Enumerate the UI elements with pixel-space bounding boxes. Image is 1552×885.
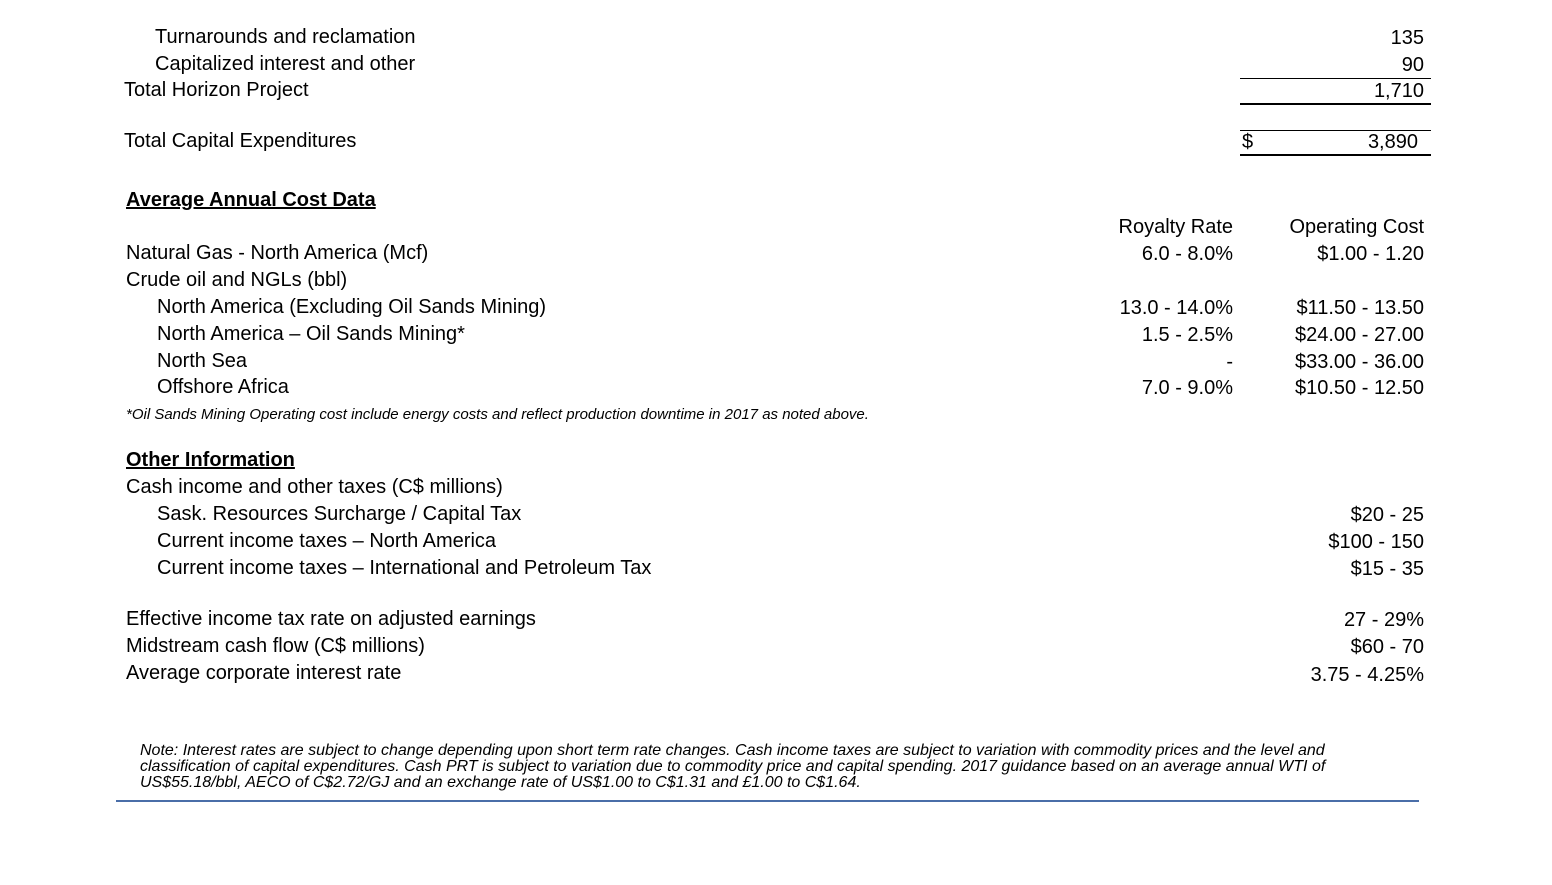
- cost-row-opcost: $33.00 - 36.00: [1295, 351, 1424, 373]
- other-row-value: 3.75 - 4.25%: [1310, 664, 1424, 686]
- total-capex-value: 3,890: [1367, 131, 1418, 153]
- other-row-value: $60 - 70: [1350, 636, 1424, 658]
- cost-row-royalty: 6.0 - 8.0%: [1141, 243, 1233, 265]
- cost-row-label: North America (Excluding Oil Sands Minin…: [157, 296, 547, 318]
- cost-row-label: Natural Gas - North America (Mcf): [126, 242, 429, 264]
- cost-row-label: North Sea: [157, 350, 248, 372]
- cost-row-royalty: 7.0 - 9.0%: [1141, 377, 1233, 399]
- cost-row-opcost: $10.50 - 12.50: [1295, 377, 1424, 399]
- cost-row-opcost: $11.50 - 13.50: [1296, 297, 1424, 319]
- capex-row-value: 135: [1390, 27, 1424, 49]
- total-capex-label: Total Capital Expenditures: [124, 130, 357, 152]
- other-info-heading: Other Information: [126, 449, 295, 471]
- other-row-label: Effective income tax rate on adjusted ea…: [126, 608, 536, 630]
- other-row-label: Midstream cash flow (C$ millions): [126, 635, 425, 657]
- grand-total-bottom-rule: [1240, 154, 1431, 156]
- royalty-rate-header: Royalty Rate: [1118, 216, 1234, 238]
- capex-row-label: Turnarounds and reclamation: [155, 26, 416, 48]
- capex-row-label: Capitalized interest and other: [155, 53, 416, 75]
- other-row-label: Average corporate interest rate: [126, 662, 402, 684]
- total-rule: [1240, 103, 1431, 105]
- total-horizon-label: Total Horizon Project: [124, 79, 309, 101]
- operating-cost-header: Operating Cost: [1289, 216, 1424, 238]
- cost-row-label: Offshore Africa: [157, 376, 289, 398]
- bottom-rule: [116, 800, 1419, 802]
- guidance-note: Note: Interest rates are subject to chan…: [140, 742, 1326, 791]
- cost-row-label: Crude oil and NGLs (bbl): [126, 269, 348, 291]
- cost-data-heading: Average Annual Cost Data: [126, 189, 376, 211]
- cost-row-royalty: 13.0 - 14.0%: [1119, 297, 1233, 319]
- cost-row-opcost: $24.00 - 27.00: [1295, 324, 1424, 346]
- other-row-label: Current income taxes – International and…: [157, 557, 652, 579]
- total-horizon-value: 1,710: [1373, 80, 1424, 102]
- cost-row-label: North America – Oil Sands Mining*: [157, 323, 465, 345]
- cost-row-opcost: $1.00 - 1.20: [1317, 243, 1424, 265]
- other-row-value: 27 - 29%: [1343, 609, 1424, 631]
- other-row-value: $100 - 150: [1328, 531, 1424, 553]
- cost-data-footnote: *Oil Sands Mining Operating cost include…: [126, 406, 869, 423]
- other-row-value: $15 - 35: [1350, 558, 1424, 580]
- cost-row-royalty: -: [1226, 351, 1233, 373]
- other-row-label: Cash income and other taxes (C$ millions…: [126, 476, 503, 498]
- other-row-value: $20 - 25: [1350, 504, 1424, 526]
- other-row-label: Current income taxes – North America: [157, 530, 497, 552]
- capex-row-value: 90: [1401, 54, 1424, 76]
- cost-row-royalty: 1.5 - 2.5%: [1141, 324, 1233, 346]
- other-row-label: Sask. Resources Surcharge / Capital Tax: [157, 503, 522, 525]
